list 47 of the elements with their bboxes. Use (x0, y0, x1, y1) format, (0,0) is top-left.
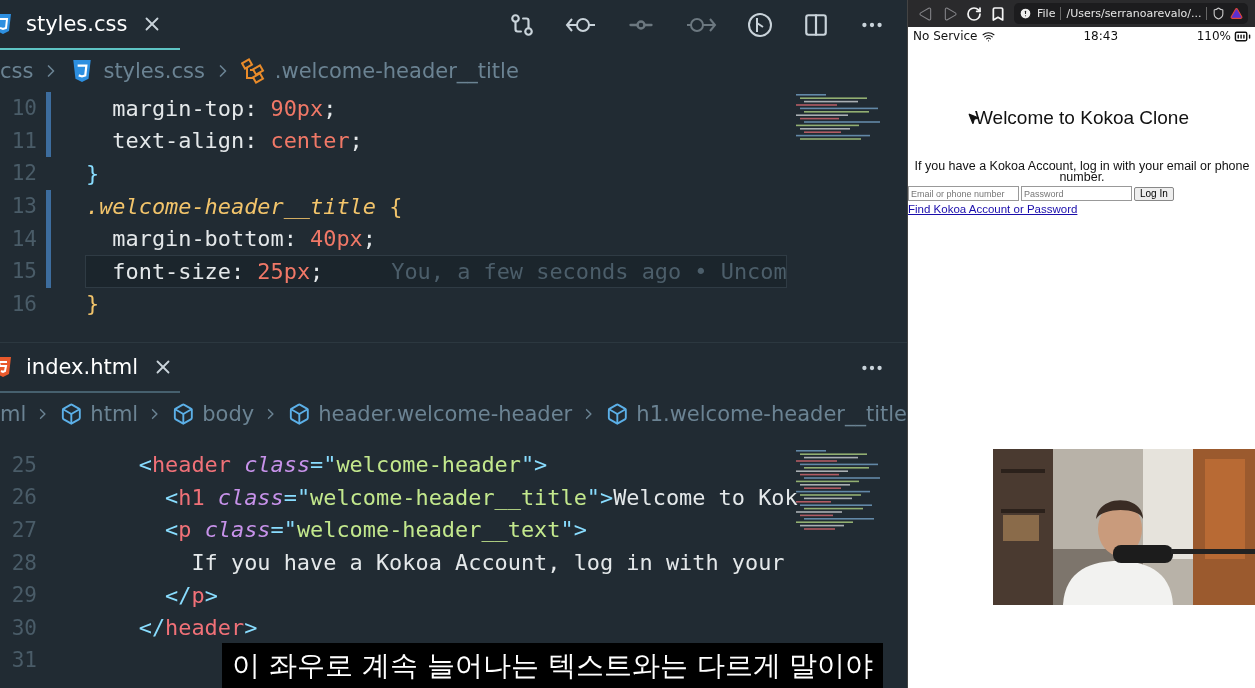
breadcrumb-item[interactable]: html (90, 401, 139, 426)
shield-icon[interactable] (1212, 7, 1226, 20)
triangle-icon[interactable] (1230, 7, 1244, 20)
breadcrumb-item[interactable]: css (0, 59, 34, 83)
reload-icon[interactable] (966, 5, 982, 22)
clock: 18:43 (1083, 29, 1119, 43)
breadcrumb-item[interactable]: body (202, 401, 255, 426)
battery-percentage: 110% (1196, 29, 1231, 43)
code-line: <h1 class="welcome-header__title">Welcome to Kok (164, 484, 798, 510)
code-line: .welcome-header__title { (86, 193, 403, 219)
address-bar[interactable]: File /Users/serranoarevalo/... (1014, 3, 1249, 24)
code-line: </p> (164, 582, 218, 608)
file-tab[interactable]: index.html (0, 342, 180, 393)
subtitle: 이 좌우로 계속 늘어나는 텍스트와는 다르게 말이야 (222, 643, 884, 688)
breadcrumb-item[interactable]: .welcome-header__title (274, 59, 519, 83)
carrier-label: No Service (913, 29, 978, 43)
blame-annotation: You, a few seconds ago • Uncom (391, 258, 787, 284)
text-field[interactable]: Email or phone number (908, 186, 1019, 202)
git-graph-icon[interactable] (747, 12, 773, 38)
info-icon[interactable] (1019, 7, 1032, 20)
page-heading: Welcome to Kokoa Clone (974, 107, 1189, 129)
breadcrumb-item[interactable]: ml (0, 401, 27, 426)
text-field[interactable]: Password (1021, 186, 1132, 202)
file-tab[interactable]: styles.css (0, 0, 180, 50)
login-button[interactable]: Log In (1134, 186, 1174, 201)
page-paragraph: If you have a Kokoa Account, log in with your email or phone number. (913, 161, 1251, 183)
code-line: } (86, 291, 100, 317)
code-line: } (86, 161, 100, 186)
code-line: <p class="welcome-header__text"> (164, 517, 587, 543)
breadcrumb-item[interactable]: header.welcome-header (318, 401, 573, 426)
code-line: margin-bottom: 40px; (111, 226, 376, 252)
find-account-link[interactable]: Find Kokoa Account or Password (908, 202, 1078, 218)
code-line: text-align: center; (111, 128, 363, 154)
breadcrumb-item[interactable]: h1.welcome-header__title (636, 401, 907, 426)
selector-icon (240, 58, 267, 84)
split-editor-icon[interactable] (803, 12, 829, 38)
address-scheme: File (1037, 7, 1056, 20)
bookmark-icon[interactable] (990, 5, 1006, 22)
code-line: margin-top: 90px; (111, 95, 337, 121)
code-line: If you have a Kokoa Account, log in with your (190, 550, 785, 576)
compare-changes-icon[interactable] (509, 12, 535, 38)
code-line: </header> (137, 615, 258, 641)
code-line: <header class="welcome-header"> (137, 452, 548, 478)
address-path: /Users/serranoarevalo/... (1066, 7, 1202, 20)
wifi-icon (982, 29, 996, 43)
breadcrumb-item[interactable]: styles.css (103, 59, 205, 83)
code-line: font-size: 25px; (111, 258, 324, 284)
